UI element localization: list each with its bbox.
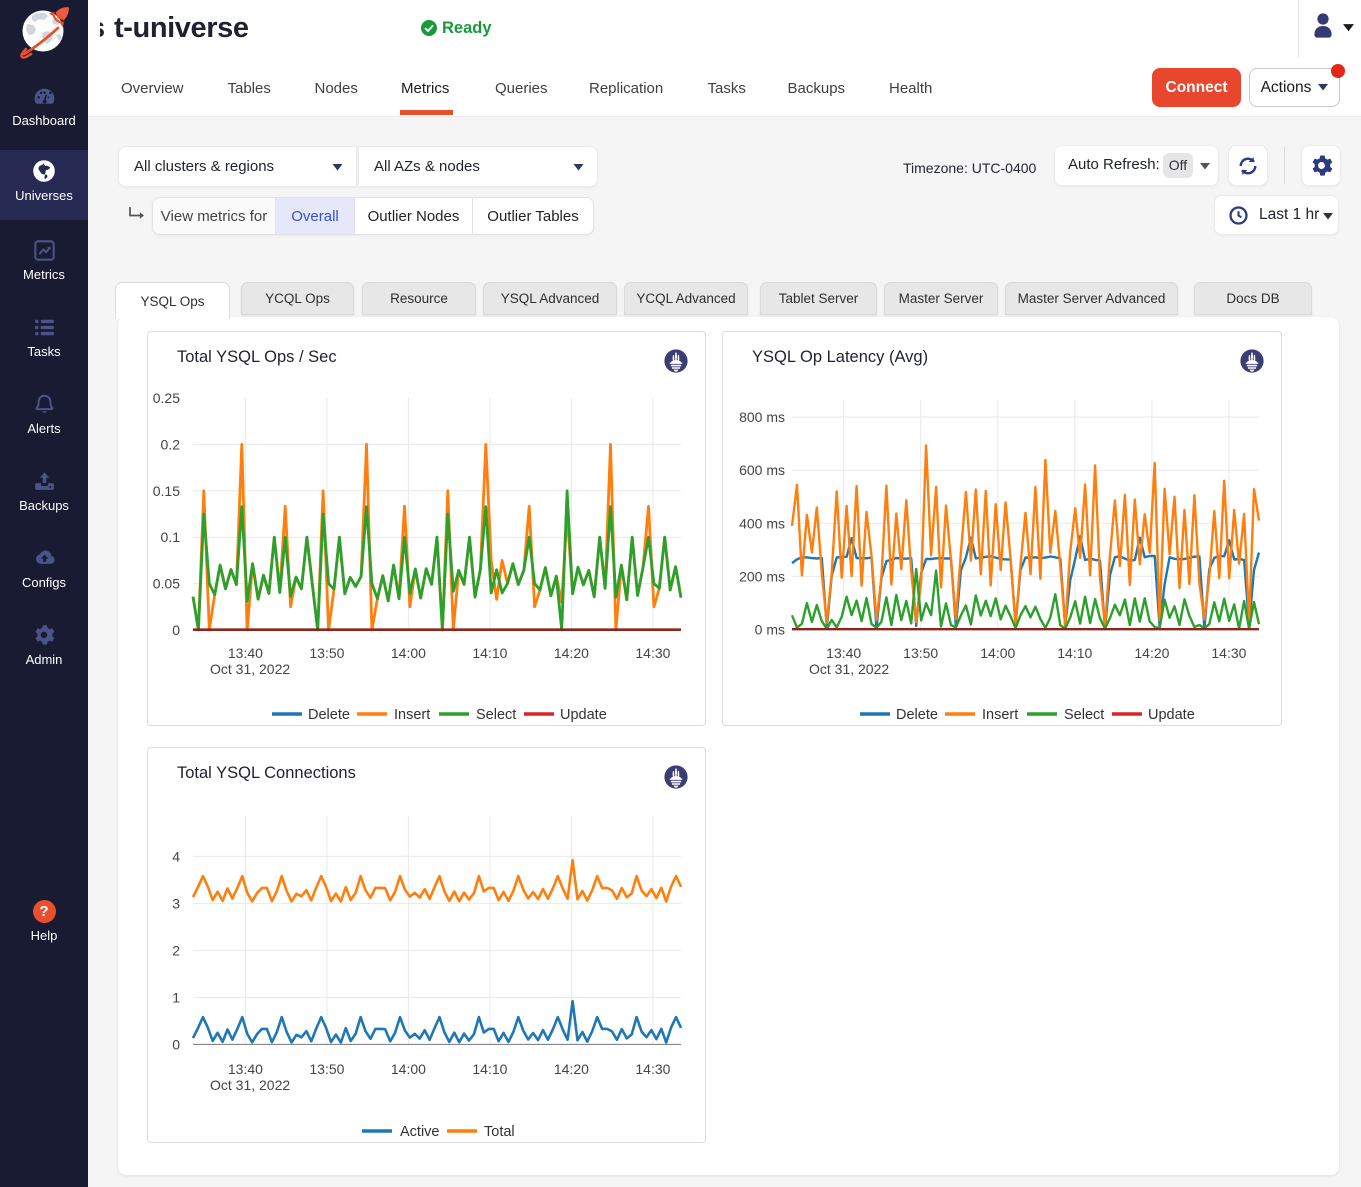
svg-text:14:30: 14:30: [635, 645, 670, 661]
svg-text:13:40: 13:40: [228, 1061, 263, 1077]
svg-text:13:40: 13:40: [826, 645, 861, 661]
svg-text:600 ms: 600 ms: [739, 462, 785, 478]
svg-text:1: 1: [172, 989, 180, 1005]
svg-text:14:00: 14:00: [980, 645, 1015, 661]
svg-text:Active: Active: [400, 1124, 440, 1140]
svg-text:200 ms: 200 ms: [739, 568, 785, 584]
svg-text:Insert: Insert: [982, 707, 1018, 723]
svg-text:14:10: 14:10: [472, 645, 507, 661]
svg-text:14:30: 14:30: [1211, 645, 1246, 661]
svg-text:0: 0: [172, 1036, 180, 1052]
svg-text:800 ms: 800 ms: [739, 409, 785, 425]
svg-text:Oct 31, 2022: Oct 31, 2022: [210, 661, 290, 677]
svg-text:14:20: 14:20: [554, 645, 589, 661]
svg-text:13:40: 13:40: [228, 645, 263, 661]
svg-text:4: 4: [172, 848, 180, 864]
svg-text:Delete: Delete: [308, 707, 350, 723]
svg-text:0.25: 0.25: [153, 390, 180, 406]
svg-text:14:00: 14:00: [391, 1061, 426, 1077]
svg-text:Total: Total: [484, 1124, 515, 1140]
svg-text:14:30: 14:30: [635, 1061, 670, 1077]
svg-text:14:10: 14:10: [472, 1061, 507, 1077]
svg-text:14:20: 14:20: [1134, 645, 1169, 661]
svg-text:Insert: Insert: [394, 707, 430, 723]
svg-text:Update: Update: [560, 707, 607, 723]
svg-text:400 ms: 400 ms: [739, 515, 785, 531]
svg-text:0.1: 0.1: [161, 529, 181, 545]
svg-text:Oct 31, 2022: Oct 31, 2022: [809, 661, 889, 677]
svg-text:0.15: 0.15: [153, 483, 180, 499]
svg-text:3: 3: [172, 895, 180, 911]
svg-text:13:50: 13:50: [309, 645, 344, 661]
svg-text:Delete: Delete: [896, 707, 938, 723]
svg-text:14:20: 14:20: [554, 1061, 589, 1077]
svg-text:0: 0: [172, 622, 180, 638]
svg-text:Select: Select: [1064, 707, 1104, 723]
svg-text:0.05: 0.05: [153, 576, 180, 592]
svg-text:14:10: 14:10: [1057, 645, 1092, 661]
svg-text:2: 2: [172, 942, 180, 958]
svg-text:Update: Update: [1148, 707, 1195, 723]
svg-text:14:00: 14:00: [391, 645, 426, 661]
svg-text:Oct 31, 2022: Oct 31, 2022: [210, 1077, 290, 1093]
svg-text:13:50: 13:50: [309, 1061, 344, 1077]
svg-text:13:50: 13:50: [903, 645, 938, 661]
svg-text:Select: Select: [476, 707, 516, 723]
svg-text:0 ms: 0 ms: [755, 622, 785, 638]
svg-text:0.2: 0.2: [161, 436, 181, 452]
